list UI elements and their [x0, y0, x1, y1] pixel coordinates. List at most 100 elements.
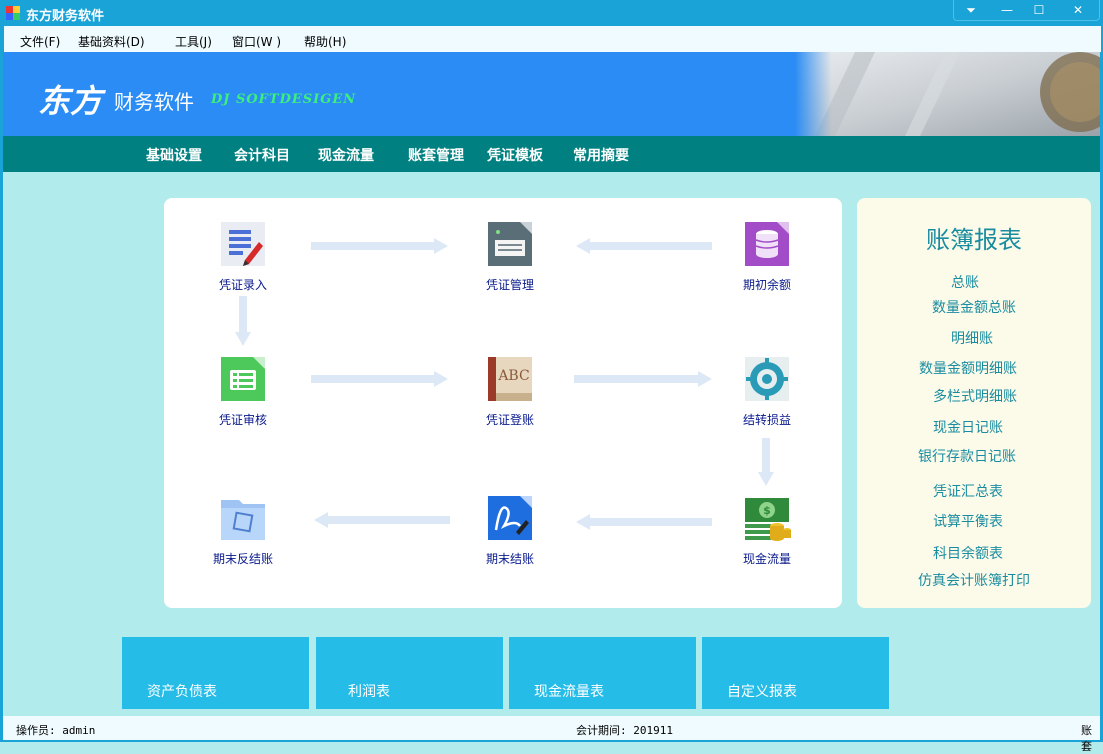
status-account-set: 账套	[1081, 724, 1092, 753]
menu-help[interactable]: 帮助(H)	[304, 33, 346, 50]
document-edit-icon	[219, 220, 267, 268]
voucher-review-label: 凭证审核	[218, 413, 267, 427]
tile-income-statement-label: 利润表	[348, 684, 390, 700]
nav-cash-flow[interactable]: 现金流量	[318, 145, 374, 165]
arrow-head-down	[235, 332, 251, 346]
report-link-voucher-summary[interactable]: 凭证汇总表	[933, 481, 1003, 501]
tile-income-statement[interactable]: 利润表	[316, 637, 503, 709]
arrow-right	[574, 375, 700, 383]
period-close-node[interactable]: 期末结账	[450, 494, 570, 567]
voucher-manage-label: 凭证管理	[485, 278, 534, 292]
arrow-left	[590, 518, 712, 526]
reverse-close-node[interactable]: 期末反结账	[183, 494, 303, 567]
opening-balance-label: 期初余额	[742, 278, 791, 292]
arrow-down	[762, 438, 770, 474]
voucher-entry-label: 凭证录入	[218, 278, 267, 292]
voucher-post-label: 凭证登账	[485, 413, 534, 427]
carry-forward-node[interactable]: 结转损益	[707, 355, 827, 428]
tile-cash-flow-statement[interactable]: 现金流量表	[509, 637, 696, 709]
tile-cash-flow-statement-label: 现金流量表	[534, 684, 604, 700]
carry-forward-label: 结转损益	[742, 413, 791, 427]
workflow-panel: 凭证录入 凭证管理 期初余额 凭证审核 ABC 凭证登账 结转损益 期末反结账 …	[164, 198, 842, 608]
tile-custom-report-label: 自定义报表	[727, 684, 797, 700]
window-controls: ⏷ — ☐ ✕	[953, 0, 1100, 21]
report-link-subject-balance[interactable]: 科目余额表	[933, 543, 1003, 563]
main-nav: 基础设置 会计科目 现金流量 账套管理 凭证模板 常用摘要	[3, 136, 1100, 172]
reverse-close-label: 期末反结账	[212, 552, 273, 566]
arrow-head-right	[434, 371, 448, 387]
arrow-left	[590, 242, 712, 250]
period-close-label: 期末结账	[485, 552, 534, 566]
nav-accounting-subjects[interactable]: 会计科目	[234, 145, 290, 165]
dropdown-button[interactable]: ⏷	[954, 0, 988, 20]
tile-custom-report[interactable]: 自定义报表	[702, 637, 889, 709]
opening-balance-node[interactable]: 期初余额	[707, 220, 827, 293]
report-link-trial-balance[interactable]: 试算平衡表	[933, 511, 1003, 531]
tile-balance-sheet-label: 资产负债表	[147, 684, 217, 700]
banner: 东方 财务软件 DJ SOFTDESIGEN	[3, 52, 1100, 136]
status-period: 会计期间: 201911	[576, 724, 673, 737]
menu-window[interactable]: 窗口(W )	[232, 33, 281, 50]
arrow-right	[311, 242, 441, 250]
nav-account-set-management[interactable]: 账套管理	[408, 145, 464, 165]
report-link-detail-ledger[interactable]: 明细账	[951, 328, 993, 348]
report-link-general-ledger[interactable]: 总账	[951, 272, 979, 292]
list-check-icon	[219, 355, 267, 403]
tile-balance-sheet[interactable]: 资产负债表	[122, 637, 309, 709]
minimize-button[interactable]: —	[990, 0, 1024, 20]
nav-basic-settings[interactable]: 基础设置	[146, 145, 202, 165]
arrow-head-left	[576, 514, 590, 530]
brand-tagline: DJ SOFTDESIGEN	[211, 92, 357, 107]
svg-text:$: $	[763, 504, 771, 517]
report-link-qty-amount-general-ledger[interactable]: 数量金额总账	[932, 297, 1016, 317]
arrow-down	[239, 296, 247, 334]
nav-common-summaries[interactable]: 常用摘要	[573, 145, 629, 165]
report-link-multi-column-ledger[interactable]: 多栏式明细账	[933, 386, 1017, 406]
voucher-manage-node[interactable]: 凭证管理	[450, 220, 570, 293]
title-bar[interactable]: 东方财务软件 ⏷ — ☐ ✕	[0, 0, 1103, 26]
report-link-qty-amount-detail-ledger[interactable]: 数量金额明细账	[919, 358, 1017, 378]
menu-basic-data[interactable]: 基础资料(D)	[78, 33, 145, 50]
report-link-cash-journal[interactable]: 现金日记账	[933, 417, 1003, 437]
gear-icon	[743, 355, 791, 403]
voucher-post-node[interactable]: ABC 凭证登账	[450, 355, 570, 428]
arrow-left	[328, 516, 450, 524]
arrow-head-left	[314, 512, 328, 528]
money-icon: $	[743, 494, 791, 542]
cash-flow-label: 现金流量	[742, 552, 791, 566]
coin-stack-icon	[743, 220, 791, 268]
cash-flow-node[interactable]: $ 现金流量	[707, 494, 827, 567]
book-abc-icon: ABC	[486, 355, 534, 403]
window-title: 东方财务软件	[26, 9, 105, 24]
menu-bar: 文件(F) 基础资料(D) 工具(J) 窗口(W ) 帮助(H)	[3, 26, 1101, 52]
menu-tools[interactable]: 工具(J)	[175, 33, 212, 50]
nav-voucher-templates[interactable]: 凭证模板	[487, 145, 543, 165]
app-icon	[6, 6, 20, 20]
close-button[interactable]: ✕	[1058, 0, 1098, 20]
printer-icon	[486, 220, 534, 268]
arrow-head-right	[434, 238, 448, 254]
maximize-icon: ☐	[1033, 3, 1045, 17]
close-icon: ✕	[1072, 3, 1084, 17]
voucher-review-node[interactable]: 凭证审核	[183, 355, 303, 428]
arrow-head-down	[758, 472, 774, 486]
reports-title: 账簿报表	[926, 226, 1022, 254]
money-banner-image	[795, 52, 1100, 136]
minimize-icon: —	[1001, 3, 1013, 17]
signature-icon	[486, 494, 534, 542]
brand-logo-text: 东方	[38, 82, 103, 120]
arrow-right	[311, 375, 441, 383]
report-link-ledger-print[interactable]: 仿真会计账簿打印	[918, 570, 1030, 590]
chevron-down-icon: ⏷	[966, 2, 976, 17]
brand-subtitle: 财务软件	[114, 90, 194, 114]
status-bar: 操作员: admin 会计期间: 201911 账套	[3, 716, 1100, 753]
folder-icon	[219, 494, 267, 542]
menu-file[interactable]: 文件(F)	[20, 33, 60, 50]
maximize-button[interactable]: ☐	[1022, 0, 1056, 20]
voucher-entry-node[interactable]: 凭证录入	[183, 220, 303, 293]
report-link-bank-journal[interactable]: 银行存款日记账	[918, 446, 1016, 466]
arrow-head-left	[576, 238, 590, 254]
svg-text:ABC: ABC	[497, 368, 529, 384]
reports-panel: 账簿报表 总账 数量金额总账 明细账 数量金额明细账 多栏式明细账 现金日记账 …	[857, 198, 1091, 608]
status-operator: 操作员: admin	[16, 724, 96, 737]
